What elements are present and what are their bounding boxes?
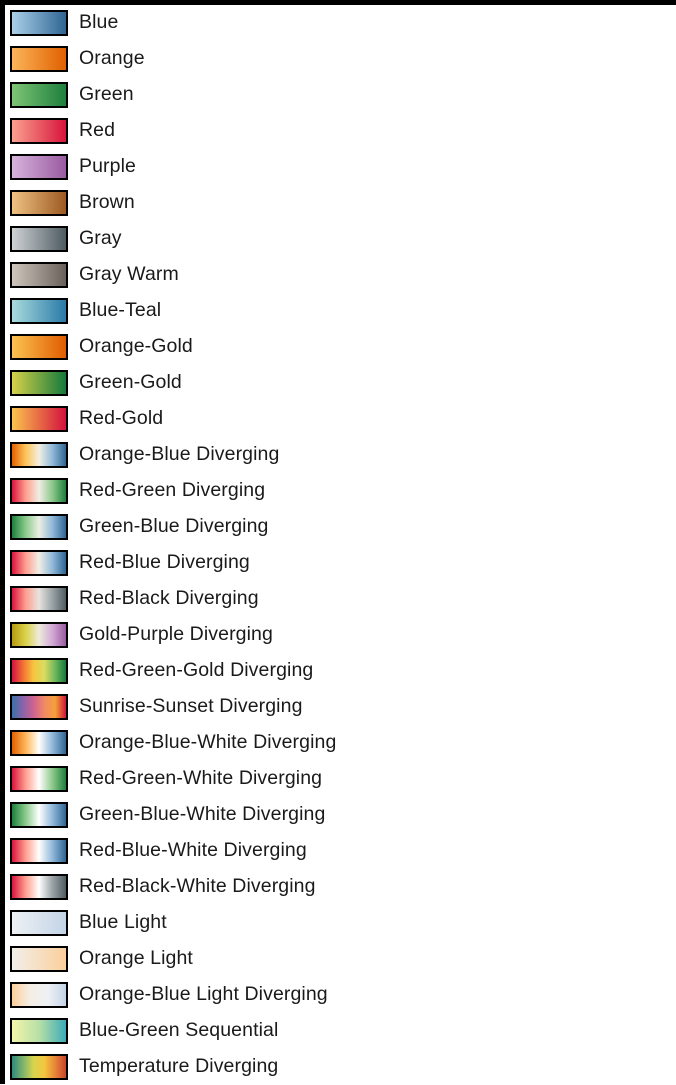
palette-row[interactable]: Red-Blue Diverging <box>5 545 676 581</box>
gradient-swatch <box>10 46 68 72</box>
palette-row[interactable]: Gold-Purple Diverging <box>5 617 676 653</box>
gradient-swatch <box>10 658 68 684</box>
gradient-swatch <box>10 370 68 396</box>
gradient-swatch <box>10 514 68 540</box>
palette-row[interactable]: Blue Light <box>5 905 676 941</box>
swatch-label: Green-Gold <box>79 371 182 394</box>
swatch-label: Gray Warm <box>79 263 179 286</box>
swatch-label: Blue-Green Sequential <box>79 1019 279 1042</box>
palette-row[interactable]: Red-Black Diverging <box>5 581 676 617</box>
swatch-label: Green-Blue Diverging <box>79 515 269 538</box>
frame-top-band <box>0 0 676 5</box>
gradient-swatch <box>10 478 68 504</box>
swatch-label: Orange-Blue Diverging <box>79 443 280 466</box>
gradient-swatch <box>10 622 68 648</box>
swatch-label: Gold-Purple Diverging <box>79 623 273 646</box>
swatch-label: Orange-Gold <box>79 335 193 358</box>
swatch-label: Red-Blue Diverging <box>79 551 250 574</box>
frame-left-band <box>0 0 5 1084</box>
palette-row[interactable]: Red-Black-White Diverging <box>5 869 676 905</box>
gradient-swatch <box>10 838 68 864</box>
gradient-swatch <box>10 190 68 216</box>
gradient-swatch <box>10 334 68 360</box>
swatch-label: Purple <box>79 155 136 178</box>
gradient-swatch <box>10 1054 68 1080</box>
palette-row[interactable]: Temperature Diverging <box>5 1049 676 1085</box>
swatch-label: Brown <box>79 191 135 214</box>
gradient-swatch <box>10 586 68 612</box>
palette-row[interactable]: Orange-Blue Diverging <box>5 437 676 473</box>
swatch-label: Red-Green Diverging <box>79 479 266 502</box>
palette-row[interactable]: Green-Blue-White Diverging <box>5 797 676 833</box>
gradient-swatch <box>10 118 68 144</box>
gradient-swatch <box>10 226 68 252</box>
palette-row[interactable]: Blue <box>5 5 676 41</box>
palette-row[interactable]: Orange-Gold <box>5 329 676 365</box>
palette-row[interactable]: Red-Blue-White Diverging <box>5 833 676 869</box>
swatch-label: Red-Green-White Diverging <box>79 767 323 790</box>
swatch-label: Blue-Teal <box>79 299 162 322</box>
palette-row[interactable]: Brown <box>5 185 676 221</box>
palette-row[interactable]: Red-Green Diverging <box>5 473 676 509</box>
gradient-swatch <box>10 946 68 972</box>
swatch-label: Green <box>79 83 134 106</box>
swatch-label: Red-Black-White Diverging <box>79 875 316 898</box>
gradient-swatch <box>10 874 68 900</box>
swatch-label: Red-Green-Gold Diverging <box>79 659 314 682</box>
swatch-label: Orange-Blue-White Diverging <box>79 731 337 754</box>
swatch-label: Temperature Diverging <box>79 1055 279 1078</box>
palette-row[interactable]: Blue-Teal <box>5 293 676 329</box>
palette-row[interactable]: Gray <box>5 221 676 257</box>
gradient-swatch <box>10 154 68 180</box>
gradient-swatch <box>10 550 68 576</box>
palette-row[interactable]: Blue-Green Sequential <box>5 1013 676 1049</box>
swatch-label: Sunrise-Sunset Diverging <box>79 695 303 718</box>
palette-row[interactable]: Green-Blue Diverging <box>5 509 676 545</box>
swatch-label: Orange-Blue Light Diverging <box>79 983 328 1006</box>
gradient-swatch <box>10 442 68 468</box>
swatch-label: Orange <box>79 47 145 70</box>
palette-row[interactable]: Sunrise-Sunset Diverging <box>5 689 676 725</box>
swatch-label: Red-Black Diverging <box>79 587 259 610</box>
gradient-swatch <box>10 910 68 936</box>
swatch-label: Red-Gold <box>79 407 164 430</box>
palette-row[interactable]: Orange <box>5 41 676 77</box>
palette-row[interactable]: Orange-Blue-White Diverging <box>5 725 676 761</box>
palette-row[interactable]: Gray Warm <box>5 257 676 293</box>
gradient-swatch <box>10 802 68 828</box>
palette-row[interactable]: Orange-Blue Light Diverging <box>5 977 676 1013</box>
gradient-swatch <box>10 1018 68 1044</box>
swatch-label: Blue Light <box>79 911 167 934</box>
swatch-label: Orange Light <box>79 947 193 970</box>
gradient-swatch <box>10 766 68 792</box>
swatch-label: Red <box>79 119 116 142</box>
gradient-swatch <box>10 298 68 324</box>
gradient-swatch <box>10 730 68 756</box>
palette-row[interactable]: Orange Light <box>5 941 676 977</box>
gradient-swatch <box>10 82 68 108</box>
gradient-swatch <box>10 982 68 1008</box>
gradient-swatch <box>10 262 68 288</box>
gradient-swatch <box>10 694 68 720</box>
palette-row[interactable]: Red <box>5 113 676 149</box>
palette-row[interactable]: Green-Gold <box>5 365 676 401</box>
swatch-label: Red-Blue-White Diverging <box>79 839 307 862</box>
palette-row[interactable]: Purple <box>5 149 676 185</box>
palette-row[interactable]: Red-Gold <box>5 401 676 437</box>
gradient-swatch <box>10 406 68 432</box>
palette-legend-list: Blue Orange Green Red Purple Brown Gray Gray Wa… <box>5 5 676 1085</box>
palette-row[interactable]: Green <box>5 77 676 113</box>
palette-row[interactable]: Red-Green-Gold Diverging <box>5 653 676 689</box>
swatch-label: Green-Blue-White Diverging <box>79 803 326 826</box>
swatch-label: Gray <box>79 227 122 250</box>
palette-row[interactable]: Red-Green-White Diverging <box>5 761 676 797</box>
swatch-label: Blue <box>79 11 119 34</box>
gradient-swatch <box>10 10 68 36</box>
